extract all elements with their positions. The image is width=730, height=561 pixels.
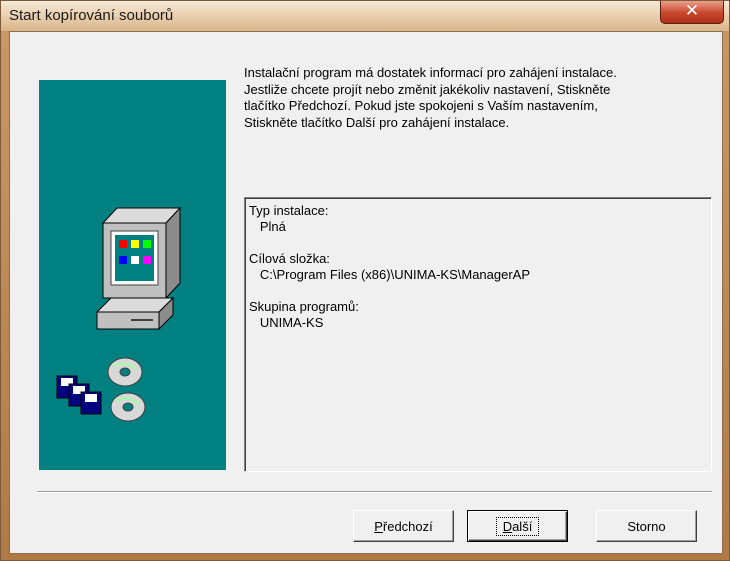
window-title: Start kopírování souborů: [9, 7, 174, 24]
close-button[interactable]: ✕: [660, 1, 724, 24]
instructions-line: Instalační program má dostatek informací…: [244, 65, 617, 80]
instructions-line: Jestliže chcete projít nebo změnit jakék…: [244, 81, 611, 97]
settings-summary-text: Typ instalace: Plná Cílová složka: C:\Pr…: [249, 203, 531, 330]
next-label: Další: [495, 516, 540, 536]
instructions-text: Instalační program má dostatek informací…: [244, 65, 714, 131]
settings-summary-box[interactable]: Typ instalace: Plná Cílová složka: C:\Pr…: [244, 197, 712, 472]
dialog-body: Instalační program má dostatek informací…: [9, 31, 723, 554]
floppy-disks-icon: [56, 375, 102, 415]
cancel-button[interactable]: Storno: [596, 510, 697, 542]
close-icon: ✕: [684, 1, 700, 21]
dialog-window: Start kopírování souborů ✕ Instalační pr…: [0, 0, 730, 561]
computer-icon: [95, 206, 182, 331]
back-button[interactable]: Předchozí: [353, 510, 454, 542]
instructions-line: Stiskněte tlačítko Další pro zahájení in…: [244, 114, 510, 130]
title-bar[interactable]: Start kopírování souborů ✕: [1, 1, 729, 31]
next-button[interactable]: Další: [467, 510, 568, 542]
separator-line: [37, 491, 712, 493]
cd-disc-icon: [107, 357, 146, 422]
instructions-line: tlačítko Předchozí. Pokud jste spokojeni…: [244, 98, 598, 113]
setup-illustration: [56, 206, 182, 422]
back-label: Předchozí: [374, 518, 433, 534]
setup-banner: [39, 80, 226, 470]
